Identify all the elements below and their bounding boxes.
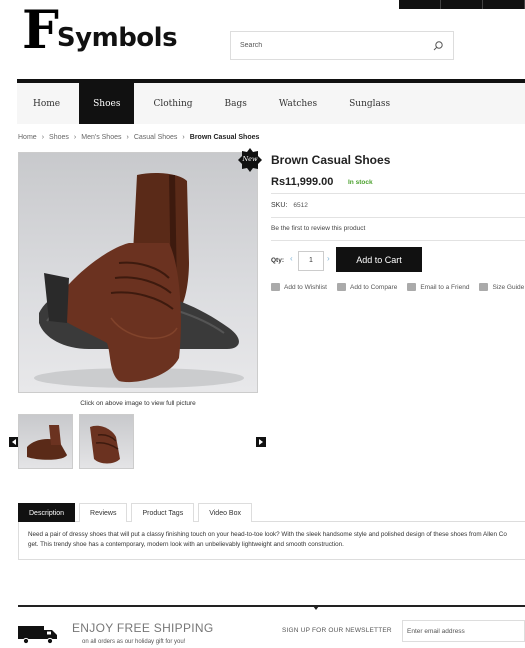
divider	[271, 217, 525, 218]
email-friend-link[interactable]: Email to a Friend	[407, 283, 469, 291]
breadcrumb-link[interactable]: Shoes	[49, 134, 69, 141]
action-label: Add to Wishlist	[284, 283, 327, 291]
qty-decrease-button[interactable]: ‹	[290, 254, 293, 263]
breadcrumb-separator: ›	[182, 134, 185, 141]
breadcrumb: Home › Shoes › Men's Shoes › Casual Shoe…	[18, 134, 259, 141]
breadcrumb-current: Brown Casual Shoes	[189, 134, 260, 141]
description-line: get. This trendy shoe has a contemporary…	[28, 541, 344, 548]
search-input[interactable]	[240, 42, 432, 49]
footer-divider	[18, 605, 525, 607]
chevron-right-icon	[259, 439, 263, 445]
add-to-compare-link[interactable]: Add to Compare	[337, 283, 397, 291]
thumbnail-strip	[18, 414, 134, 469]
product-title: Brown Casual Shoes	[271, 153, 391, 167]
shoe-thumbnail	[90, 425, 120, 464]
description-line: Need a pair of dressy shoes that will pu…	[28, 531, 507, 538]
image-caption: Click on above image to view full pictur…	[80, 400, 196, 407]
compare-icon	[337, 283, 346, 291]
description-panel: Need a pair of dressy shoes that will pu…	[18, 522, 525, 560]
product-actions: Add to Wishlist Add to Compare Email to …	[271, 283, 524, 291]
breadcrumb-separator: ›	[41, 134, 45, 141]
size-guide-icon	[479, 283, 489, 291]
breadcrumb-link[interactable]: Home	[18, 134, 37, 141]
breadcrumb-link[interactable]: Casual Shoes	[134, 134, 178, 141]
add-to-wishlist-link[interactable]: Add to Wishlist	[271, 283, 327, 291]
shoe-illustration	[34, 173, 244, 388]
thumbnail-image[interactable]	[79, 414, 134, 469]
product-main-image[interactable]	[18, 152, 258, 393]
search-bar	[230, 31, 454, 60]
wishlist-icon	[271, 283, 280, 291]
top-bar-link[interactable]	[399, 0, 441, 9]
tab-product-tags[interactable]: Product Tags	[131, 503, 195, 522]
shoe-thumbnail	[27, 425, 67, 460]
nav-item-shoes[interactable]: Shoes	[79, 83, 135, 124]
email-icon	[407, 283, 417, 291]
add-to-cart-button[interactable]: Add to Cart	[336, 247, 422, 272]
nav-item-bags[interactable]: Bags	[209, 83, 263, 124]
nav-item-home[interactable]: Home	[17, 83, 76, 124]
footer-notch	[313, 606, 319, 610]
newsletter-label: SIGN UP FOR OUR NEWSLETTER	[282, 627, 392, 634]
product-tabs: Description Reviews Product Tags Video B…	[18, 503, 525, 522]
tab-description[interactable]: Description	[18, 503, 76, 522]
action-label: Email to a Friend	[420, 283, 470, 291]
nav-item-watches[interactable]: Watches	[263, 83, 333, 124]
newsletter-email-input[interactable]	[407, 627, 520, 635]
product-price: Rs11,999.00	[271, 176, 334, 188]
divider	[271, 193, 525, 194]
thumbs-next-button[interactable]	[256, 437, 266, 447]
sku-label: SKU:	[271, 202, 288, 209]
truck-icon	[18, 626, 57, 644]
action-label: Size Guide	[492, 283, 525, 291]
shipping-subtitle: on all orders as our holiday gift for yo…	[82, 639, 186, 645]
breadcrumb-separator: ›	[126, 134, 129, 141]
thumbnail-image[interactable]	[18, 414, 73, 469]
main-nav: Home Shoes Clothing Bags Watches Sunglas…	[17, 79, 525, 124]
nav-item-sunglass[interactable]: Sunglass	[333, 83, 406, 124]
qty-increase-button[interactable]: ›	[327, 254, 330, 263]
shipping-title: ENJOY FREE SHIPPING	[72, 621, 214, 635]
qty-input[interactable]: 1	[298, 251, 324, 271]
search-icon[interactable]	[432, 40, 444, 52]
review-link[interactable]: Be the first to review this product	[271, 225, 365, 232]
chevron-left-icon	[12, 439, 16, 445]
tab-reviews[interactable]: Reviews	[79, 503, 128, 522]
sku-row: SKU: 6512	[271, 202, 308, 209]
breadcrumb-separator: ›	[73, 134, 77, 141]
new-badge-label: New	[242, 155, 258, 163]
sku-value: 6512	[293, 202, 308, 209]
site-logo[interactable]: F Symbols	[22, 0, 178, 61]
newsletter-field	[402, 620, 525, 642]
top-utility-bar	[399, 0, 525, 9]
top-bar-link[interactable]	[483, 0, 525, 9]
logo-letter: F	[22, 0, 59, 61]
breadcrumb-link[interactable]: Men's Shoes	[81, 134, 121, 141]
size-guide-link[interactable]: Size Guide	[479, 283, 524, 291]
stock-status: In stock	[348, 179, 373, 186]
tab-video-box[interactable]: Video Box	[198, 503, 252, 522]
qty-label: Qty:	[271, 257, 284, 264]
divider	[271, 240, 525, 241]
logo-text: Symbols	[56, 23, 178, 53]
nav-item-clothing[interactable]: Clothing	[137, 83, 208, 124]
top-bar-link[interactable]	[441, 0, 483, 9]
action-label: Add to Compare	[350, 283, 398, 291]
